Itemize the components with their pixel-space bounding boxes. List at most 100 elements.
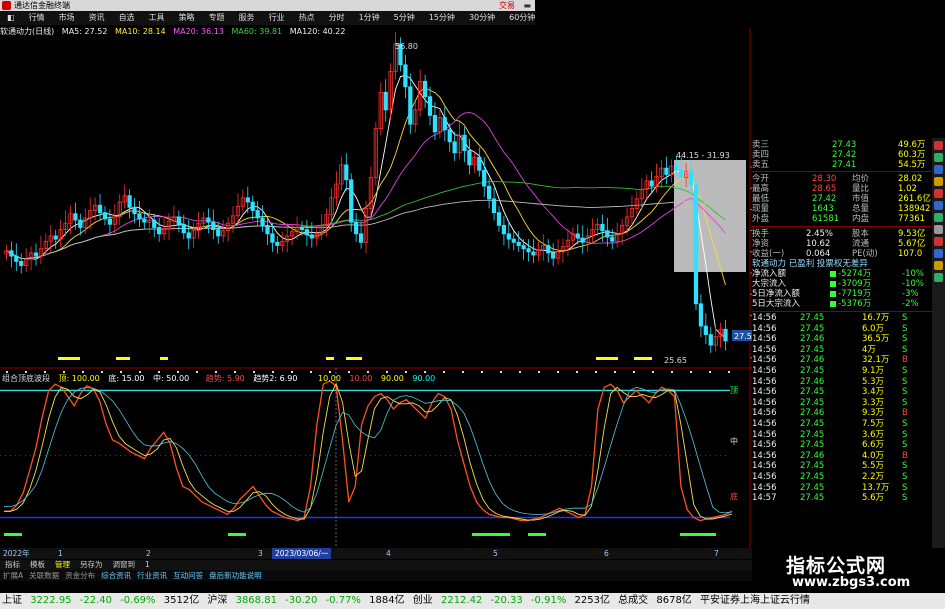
time-label-2022: 2022年 (3, 549, 30, 558)
stat2-row-0[interactable]: 换手 2.45% 股本 9.53亿 (752, 229, 932, 239)
candle-body (97, 204, 103, 214)
ext-tab-1[interactable]: 关联数据 (26, 571, 62, 580)
ext-tab-5[interactable]: 互动问答 (170, 571, 206, 580)
flow-row-3[interactable]: 5日大宗流入 -5376万 -2% (752, 299, 932, 309)
tick-row-5[interactable]: 14:56 27.45 9.1万 S (752, 366, 932, 376)
tick-row-2[interactable]: 14:56 27.46 36.5万 S (752, 334, 932, 344)
indicator-tab-3[interactable]: 另存为 (75, 560, 108, 569)
candle-body (580, 237, 585, 243)
tick-row-8-cell: S (902, 397, 908, 408)
candle-body (354, 221, 359, 235)
tool-icon-8[interactable] (934, 225, 943, 234)
tick-row-3-cell: 27.45 (800, 344, 825, 355)
tick-row-13-cell: 27.46 (800, 450, 825, 461)
tick-row-17[interactable]: 14:57 27.45 5.6万 S (752, 493, 932, 503)
tick-row-13[interactable]: 14:56 27.46 4.0万 B (752, 451, 932, 461)
indicator-tab-5[interactable]: 1 (140, 560, 155, 569)
tool-icon-11[interactable] (934, 261, 943, 270)
indicator-tab-1[interactable]: 模板 (25, 560, 50, 569)
flow-row-3-cell: -5376万 (838, 299, 872, 309)
candle-body (157, 227, 162, 235)
candle-body (206, 217, 211, 223)
tick-row-17-cell: 5.6万 (862, 493, 885, 504)
indicator-tab-0[interactable]: 指标 (0, 560, 25, 569)
time-label-2: 2 (146, 549, 151, 558)
hs-index-label[interactable]: 沪深 (207, 595, 227, 606)
tick-row-1[interactable]: 14:56 27.45 6.0万 S (752, 324, 932, 334)
stat2-row-2[interactable]: 收益(一) 0.064 PE(动) 107.0 (752, 249, 932, 259)
candle-body (723, 328, 728, 342)
hs-index-change: -30.20 (285, 595, 318, 606)
tag-row[interactable]: 软通动力 已盈利 投票权无差异 (752, 259, 932, 269)
ask-row-0[interactable]: 卖三 27.43 49.6万 (752, 140, 932, 150)
tick-row-14[interactable]: 14:56 27.45 5.5万 S (752, 461, 932, 471)
top-signal-bar (596, 357, 618, 360)
tool-icon-6[interactable] (934, 201, 943, 210)
ext-tab-2[interactable]: 资金分布 (62, 571, 98, 580)
tick-row-6-cell: S (902, 376, 908, 387)
kline-chart-area[interactable]: 44.0042.0040.0038.0036.0034.0032.0030.00… (0, 0, 752, 548)
tick-row-9[interactable]: 14:56 27.46 9.3万 B (752, 408, 932, 418)
tick-row-10[interactable]: 14:56 27.45 7.5万 S (752, 419, 932, 429)
tick-row-10-cell: S (902, 419, 908, 429)
indicator-tab-2[interactable]: 管理 (50, 560, 75, 569)
top-signal-bar (634, 357, 652, 360)
stat-row-1[interactable]: 最高 28.65 量比 1.02 (752, 184, 932, 194)
ask-row-1[interactable]: 卖四 27.42 60.3万 (752, 150, 932, 160)
tick-row-5-cell: 14:56 (752, 366, 777, 376)
tick-row-15-cell: 27.45 (800, 472, 825, 482)
candle-body (551, 252, 556, 259)
tool-icon-1[interactable] (934, 141, 943, 150)
tool-icon-5[interactable] (934, 189, 943, 198)
tick-row-16[interactable]: 14:56 27.45 13.7万 S (752, 483, 932, 493)
stat2-row-1-cell: 流通 (852, 239, 870, 249)
tick-row-15[interactable]: 14:56 27.45 2.2万 S (752, 472, 932, 482)
tick-row-8[interactable]: 14:56 27.45 3.3万 S (752, 398, 932, 408)
time-label-1: 1 (58, 549, 63, 558)
stat2-row-0-cell: 股本 (852, 229, 870, 239)
tick-row-3[interactable]: 14:56 27.45 4万 S (752, 345, 932, 355)
tool-icon-4[interactable] (934, 177, 943, 186)
tool-icon-2[interactable] (934, 153, 943, 162)
ext-tab-3[interactable]: 综合资讯 (98, 571, 134, 580)
indicator-mid-mark: 中 (730, 436, 738, 446)
tool-icon-10[interactable] (934, 249, 943, 258)
tick-row-7[interactable]: 14:56 27.45 3.4万 S (752, 387, 932, 397)
tick-row-11[interactable]: 14:56 27.45 3.6万 S (752, 430, 932, 440)
sh-index-label[interactable]: 上证 (2, 595, 22, 606)
tick-row-6[interactable]: 14:56 27.46 5.3万 S (752, 377, 932, 387)
ext-tab-0[interactable]: 扩展A (0, 571, 26, 580)
stat-row-0[interactable]: 今开 28.30 均价 28.02 (752, 174, 932, 184)
flow-row-2[interactable]: 5日净流入额 -7719万 -3% (752, 289, 932, 299)
signal-dot (728, 371, 730, 373)
candle-body (432, 115, 438, 133)
ext-tab-4[interactable]: 行业资讯 (134, 571, 170, 580)
candle-body (531, 251, 536, 256)
stat-row-2-cell: 市值 (852, 194, 870, 204)
flow-row-1-cell: -10% (902, 279, 924, 289)
cy-index-label[interactable]: 创业 (413, 595, 433, 606)
tick-row-12[interactable]: 14:56 27.45 6.6万 S (752, 440, 932, 450)
tick-row-4[interactable]: 14:56 27.46 32.1万 B (752, 355, 932, 365)
stat2-row-1[interactable]: 净资 10.62 流通 5.67亿 (752, 239, 932, 249)
flow-row-0[interactable]: 净流入额 -5274万 -10% (752, 269, 932, 279)
tick-row-0[interactable]: 14:56 27.45 16.7万 S (752, 313, 932, 323)
flow-bar (830, 301, 836, 307)
sh-index-pct: -0.69% (120, 595, 156, 606)
stat-row-4[interactable]: 外盘 61581 内盘 77361 (752, 214, 932, 224)
stat-row-3[interactable]: 现量 1643 总量 138942 (752, 204, 932, 214)
indicator-tab-4[interactable]: 调窗到 (108, 560, 141, 569)
time-axis[interactable]: 2022年 1 2 3 2023/03/06/一 4 5 6 7 (0, 548, 752, 559)
flow-row-1[interactable]: 大宗流入 -3709万 -10% (752, 279, 932, 289)
tick-row-4-cell: 14:56 (752, 355, 777, 366)
tool-icon-7[interactable] (934, 213, 943, 222)
stat-row-0-cell: 28.30 (812, 174, 837, 184)
tool-icon-9[interactable] (934, 237, 943, 246)
tool-icon-12[interactable] (934, 273, 943, 282)
ext-tab-6[interactable]: 盘后新功能说明 (206, 571, 265, 580)
ask-row-2[interactable]: 卖五 27.41 54.5万 (752, 160, 932, 170)
tick-row-8-cell: 27.45 (800, 397, 825, 408)
tool-icon-3[interactable] (934, 165, 943, 174)
stat-row-2[interactable]: 最低 27.42 市值 261.6亿 (752, 194, 932, 204)
tick-row-16-cell: 13.7万 (862, 482, 890, 493)
